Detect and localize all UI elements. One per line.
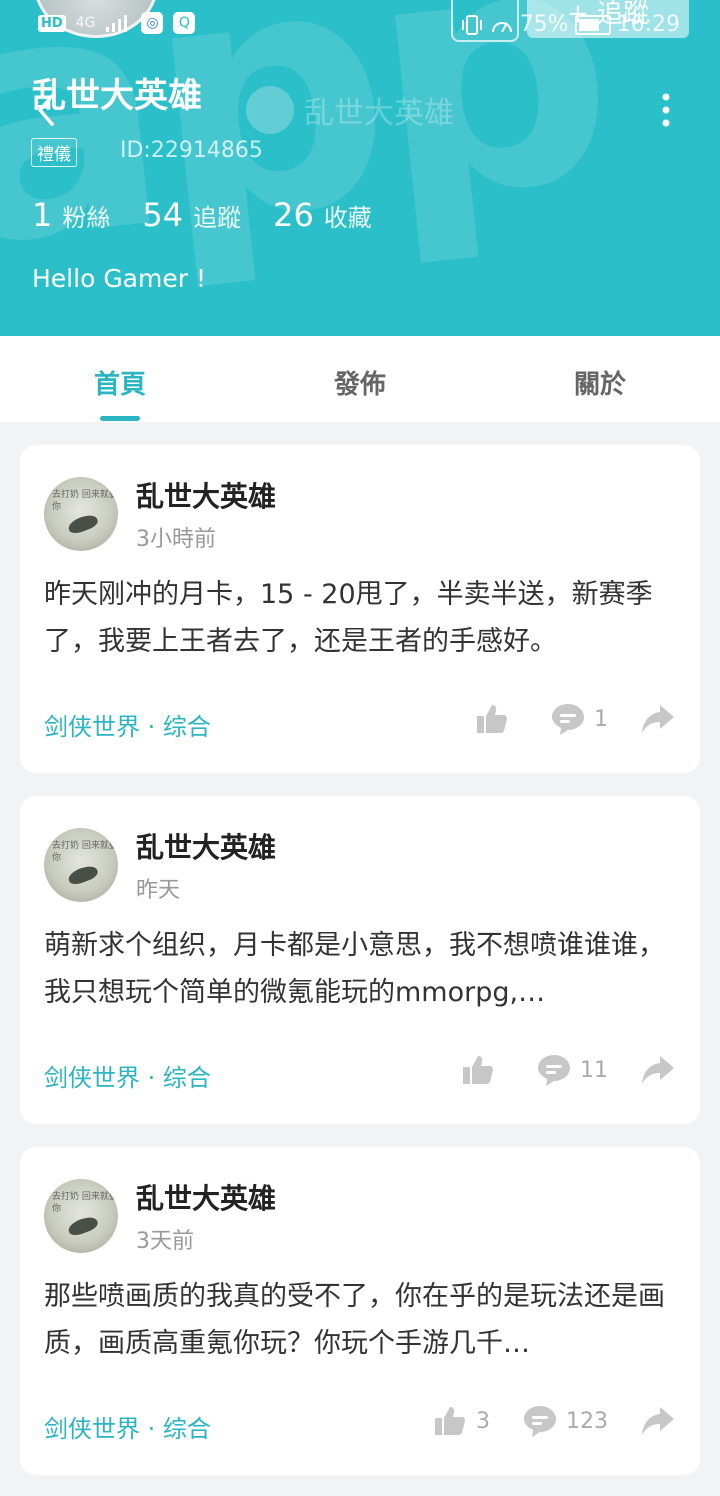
back-icon[interactable] (34, 92, 58, 128)
stat-number: 54 (142, 196, 184, 234)
speed-icon (491, 21, 512, 32)
signal-icon (106, 15, 128, 32)
post-author[interactable]: 乱世大英雄 (136, 1177, 276, 1217)
comment-count: 11 (580, 1057, 608, 1083)
avatar-figure (66, 1214, 100, 1238)
post-time: 3小時前 (136, 527, 216, 552)
battery-icon (574, 14, 611, 35)
tab-posts[interactable]: 發佈 (290, 364, 430, 401)
status-bar: HD 4G ◎ Q 75% 16:29 (0, 0, 720, 52)
header-title-ghost: 乱世大英雄 (246, 86, 454, 134)
tab-indicator (100, 416, 140, 421)
tab-bar: 首頁 發佈 關於 (0, 336, 720, 422)
post-time: 3天前 (136, 1229, 194, 1254)
comment-button[interactable]: 123 (522, 1403, 608, 1439)
comment-count: 123 (566, 1408, 608, 1434)
avatar-caption: 去打奶 回来就娶你 (52, 841, 118, 863)
chat-app-icon: Q (173, 12, 196, 34)
like-icon (463, 1056, 493, 1084)
clock-time: 16:29 (616, 12, 680, 37)
tab-home[interactable]: 首頁 (50, 364, 190, 401)
like-button[interactable]: 3 (432, 1403, 490, 1439)
profile-stats: 1 粉絲 54 追蹤 26 收藏 (32, 196, 372, 234)
stat-number: 26 (273, 196, 314, 234)
network-label: 4G (75, 15, 96, 31)
share-icon (642, 1056, 674, 1084)
like-button[interactable] (460, 1052, 504, 1088)
stat-label: 收藏 (323, 204, 372, 232)
like-icon (477, 705, 507, 733)
post-actions: 3 123 (432, 1403, 676, 1439)
like-button[interactable] (474, 701, 518, 737)
like-icon (435, 1407, 465, 1435)
post-text[interactable]: 那些喷画质的我真的受不了，你在乎的是玩法还是画质，画质高重氪你玩？你玩个手游几千… (44, 1273, 678, 1367)
comment-count: 1 (594, 706, 608, 732)
more-icon[interactable] (656, 92, 676, 128)
avatar-caption: 去打奶 回来就娶你 (52, 1192, 118, 1214)
avatar-caption: 去打奶 回来就娶你 (52, 490, 118, 512)
post-actions: 11 (460, 1052, 676, 1088)
stat-label: 追蹤 (193, 204, 242, 232)
comment-button[interactable]: 11 (536, 1052, 608, 1088)
share-button[interactable] (640, 1052, 676, 1088)
post-card[interactable]: 去打奶 回来就娶你 乱世大英雄 昨天 萌新求个组织，月卡都是小意思，我不想喷谁谁… (20, 796, 700, 1124)
author-avatar[interactable]: 去打奶 回来就娶你 (44, 1179, 118, 1253)
user-id: ID:22914865 (120, 138, 263, 163)
stat-favorites[interactable]: 26 收藏 (273, 196, 372, 234)
share-button[interactable] (640, 1403, 676, 1439)
post-category[interactable]: 剑侠世界 · 综合 (44, 1058, 211, 1093)
profile-bio: Hello Gamer ! (32, 264, 206, 293)
avatar-figure (66, 512, 100, 536)
post-time: 昨天 (136, 878, 181, 903)
comment-icon (538, 1055, 570, 1086)
profile-header: app + 追蹤 HD 4G ◎ Q 75% 16:29 乱世大英雄 乱世大英雄… (0, 0, 720, 336)
battery-percent: 75% (519, 12, 569, 37)
author-avatar[interactable]: 去打奶 回来就娶你 (44, 477, 118, 551)
stat-fans[interactable]: 1 粉絲 (32, 196, 110, 234)
ghost-avatar (246, 86, 294, 134)
hd-badge: HD (38, 14, 66, 32)
post-category[interactable]: 剑侠世界 · 综合 (44, 707, 211, 742)
comment-button[interactable]: 1 (550, 701, 608, 737)
comment-icon (524, 1406, 556, 1437)
browser-app-icon: ◎ (141, 12, 164, 34)
post-author[interactable]: 乱世大英雄 (136, 475, 276, 515)
post-card[interactable]: 去打奶 回来就娶你 乱世大英雄 3小時前 昨天刚冲的月卡，15 - 20甩了，半… (20, 445, 700, 773)
tab-about[interactable]: 關於 (530, 364, 670, 401)
user-tag: 禮儀 (31, 138, 77, 167)
post-author[interactable]: 乱世大英雄 (136, 826, 276, 866)
stat-following[interactable]: 54 追蹤 (142, 196, 241, 234)
post-text[interactable]: 昨天刚冲的月卡，15 - 20甩了，半卖半送，新赛季了，我要上王者去了，还是王者… (44, 571, 678, 665)
share-icon (642, 705, 674, 733)
post-card[interactable]: 去打奶 回来就娶你 乱世大英雄 3天前 那些喷画质的我真的受不了，你在乎的是玩法… (20, 1147, 700, 1475)
post-text[interactable]: 萌新求个组织，月卡都是小意思，我不想喷谁谁谁，我只想玩个简单的微氪能玩的mmor… (44, 922, 678, 1016)
stat-number: 1 (32, 196, 53, 234)
post-actions: 1 (474, 701, 676, 737)
share-button[interactable] (640, 701, 676, 737)
share-icon (642, 1407, 674, 1435)
vibrate-icon (461, 14, 482, 35)
like-count: 3 (476, 1408, 490, 1434)
post-category[interactable]: 剑侠世界 · 综合 (44, 1409, 211, 1444)
comment-icon (552, 704, 584, 735)
avatar-figure (66, 863, 100, 887)
author-avatar[interactable]: 去打奶 回来就娶你 (44, 828, 118, 902)
stat-label: 粉絲 (62, 204, 111, 232)
ghost-title: 乱世大英雄 (304, 96, 454, 131)
